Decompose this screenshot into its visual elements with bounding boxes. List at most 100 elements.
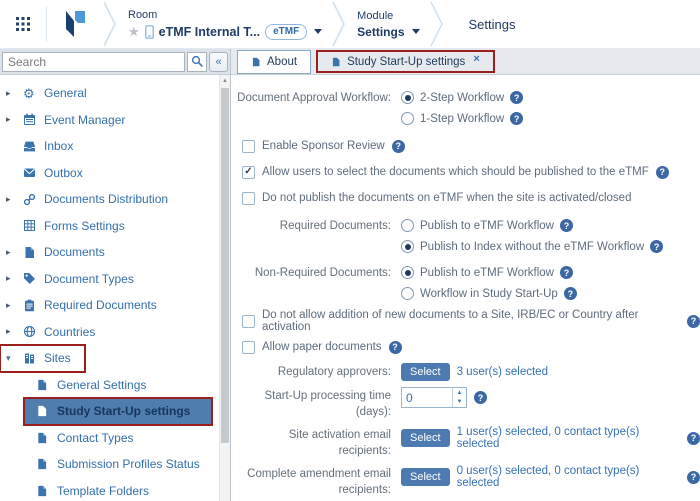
gear-icon: ⚙ xyxy=(23,87,44,100)
breadcrumb-chevron xyxy=(332,0,345,48)
sidebar-item-general[interactable]: ▸ ⚙ General xyxy=(0,80,230,107)
non-required-documents-label: Non-Required Documents: xyxy=(237,262,401,304)
expand-arrow-icon[interactable]: ▸ xyxy=(6,247,23,258)
site-activation-email-selected-count[interactable]: 1 user(s) selected, 0 contact type(s) se… xyxy=(457,426,680,450)
expand-arrow-icon[interactable]: ▸ xyxy=(6,326,23,337)
document-icon xyxy=(36,458,57,470)
checkbox-enable-sponsor-review[interactable] xyxy=(242,140,255,153)
sidebar-item-required-documents[interactable]: ▸ Required Documents xyxy=(0,292,230,319)
checkbox-label: Allow paper documents xyxy=(262,341,382,353)
sidebar-item-submission-profiles-status[interactable]: Submission Profiles Status xyxy=(24,451,230,478)
spinner-down-icon[interactable]: ▼ xyxy=(453,398,466,408)
allow-users-select-row: ✓ Allow users to select the documents wh… xyxy=(237,160,700,184)
checkbox-label: Do not allow addition of new documents t… xyxy=(262,309,680,333)
sidebar-item-inbox[interactable]: Inbox xyxy=(0,133,230,160)
option-label: Publish to eTMF Workflow xyxy=(420,220,554,232)
sidebar-item-outbox[interactable]: Outbox xyxy=(0,160,230,187)
tab-study-startup-settings[interactable]: Study Start-Up settings × xyxy=(316,50,495,73)
sidebar-item-document-types[interactable]: ▸ Document Types xyxy=(0,266,230,293)
collapse-chevrons-icon: « xyxy=(215,56,221,68)
number-spinner: ▲ ▼ xyxy=(452,388,466,407)
search-button[interactable] xyxy=(187,52,207,72)
help-icon[interactable]: ? xyxy=(560,219,573,232)
help-icon[interactable]: ? xyxy=(687,471,700,484)
help-icon[interactable]: ? xyxy=(564,287,577,300)
checkbox-allow-paper[interactable] xyxy=(242,341,255,354)
main-panel: About Study Start-Up settings × Document… xyxy=(231,49,700,501)
site-activation-email-select-button[interactable]: Select xyxy=(401,429,450,447)
expand-arrow-icon[interactable]: ▸ xyxy=(6,114,23,125)
radio-required-publish-etmf[interactable] xyxy=(401,219,414,232)
help-icon[interactable]: ? xyxy=(687,315,700,328)
mobile-icon xyxy=(145,25,154,39)
expand-arrow-icon[interactable]: ▸ xyxy=(6,273,23,284)
regulatory-approvers-select-button[interactable]: Select xyxy=(401,363,450,381)
do-not-publish-row: Do not publish the documents on eTMF whe… xyxy=(237,186,700,210)
search-input[interactable] xyxy=(2,52,185,72)
checkbox-label: Do not publish the documents on eTMF whe… xyxy=(262,192,631,204)
allow-paper-documents-row: Allow paper documents ? xyxy=(237,335,700,359)
sidebar-item-template-folders[interactable]: Template Folders xyxy=(24,478,230,501)
doc-approval-workflow-label: Document Approval Workflow: xyxy=(237,87,401,129)
complete-amendment-select-button[interactable]: Select xyxy=(401,468,450,486)
help-icon[interactable]: ? xyxy=(510,112,523,125)
site-activation-email-label: Site activation email recipients: xyxy=(237,424,401,459)
expand-arrow-icon[interactable]: ▸ xyxy=(6,300,23,311)
help-icon[interactable]: ? xyxy=(650,240,663,253)
startup-processing-time-label: Start-Up processing time (days): xyxy=(237,385,401,420)
radio-2step-workflow[interactable] xyxy=(401,91,414,104)
breadcrumb-room[interactable]: Room ★ eTMF Internal T... eTMF xyxy=(116,0,332,48)
scrollbar-thumb[interactable] xyxy=(221,88,229,443)
study-startup-settings-form: Document Approval Workflow: 2-Step Workf… xyxy=(231,75,700,501)
complete-amendment-selected-count[interactable]: 0 user(s) selected, 0 contact type(s) se… xyxy=(457,465,680,489)
sidebar-item-documents-distribution[interactable]: ▸ Documents Distribution xyxy=(0,186,230,213)
help-icon[interactable]: ? xyxy=(392,140,405,153)
radio-nonrequired-publish-etmf[interactable] xyxy=(401,266,414,279)
enable-sponsor-review-row: Enable Sponsor Review ? xyxy=(237,134,700,158)
checkbox-no-addition[interactable] xyxy=(242,315,255,328)
favorite-star-icon[interactable]: ★ xyxy=(128,25,140,38)
help-icon[interactable]: ? xyxy=(656,166,669,179)
sidebar-item-label: Documents xyxy=(44,245,105,259)
regulatory-approvers-selected-count[interactable]: 3 user(s) selected xyxy=(457,366,548,378)
sidebar-item-forms-settings[interactable]: Forms Settings xyxy=(0,213,230,240)
help-icon[interactable]: ? xyxy=(474,391,487,404)
sidebar-scrollbar[interactable]: ▲ xyxy=(219,75,230,501)
sidebar-nav: ▸ ⚙ General ▸ Event Manager Inbox xyxy=(0,75,230,501)
sidebar-item-general-settings[interactable]: General Settings xyxy=(24,372,230,399)
sidebar-item-countries[interactable]: ▸ Countries xyxy=(0,319,230,346)
sidebar-collapse-button[interactable]: « xyxy=(209,52,228,72)
calendar-icon xyxy=(23,113,44,126)
sidebar-item-contact-types[interactable]: Contact Types xyxy=(24,425,230,452)
breadcrumb-module[interactable]: Module Settings xyxy=(345,0,429,48)
radio-required-publish-index[interactable] xyxy=(401,240,414,253)
expand-arrow-icon[interactable]: ▸ xyxy=(6,194,23,205)
collapse-arrow-icon[interactable]: ▾ xyxy=(6,353,23,364)
document-icon xyxy=(331,56,341,68)
sidebar-item-sites[interactable]: ▾ Sites xyxy=(0,345,85,372)
scroll-up-arrow-icon[interactable]: ▲ xyxy=(220,75,230,87)
help-icon[interactable]: ? xyxy=(510,91,523,104)
expand-arrow-icon[interactable]: ▸ xyxy=(6,88,23,99)
radio-workflow-study-startup[interactable] xyxy=(401,287,414,300)
help-icon[interactable]: ? xyxy=(687,432,700,445)
spinner-up-icon[interactable]: ▲ xyxy=(453,388,466,398)
document-icon xyxy=(36,405,57,417)
search-icon xyxy=(191,55,204,68)
sidebar-item-event-manager[interactable]: ▸ Event Manager xyxy=(0,107,230,134)
sidebar-item-documents[interactable]: ▸ Documents xyxy=(0,239,230,266)
checkbox-allow-users-select[interactable]: ✓ xyxy=(242,166,255,179)
breadcrumb-chevron xyxy=(430,0,443,48)
close-icon[interactable]: × xyxy=(473,53,479,65)
sidebar-item-label: Countries xyxy=(44,325,95,339)
checkbox-do-not-publish[interactable] xyxy=(242,192,255,205)
help-icon[interactable]: ? xyxy=(560,266,573,279)
help-icon[interactable]: ? xyxy=(389,341,402,354)
sidebar-item-study-startup-settings[interactable]: Study Start-Up settings xyxy=(24,398,212,425)
radio-1step-workflow[interactable] xyxy=(401,112,414,125)
module-dropdown-caret-icon[interactable] xyxy=(412,29,420,34)
sidebar-item-label: Document Types xyxy=(44,272,134,286)
tab-about[interactable]: About xyxy=(237,50,311,74)
room-dropdown-caret-icon[interactable] xyxy=(314,29,322,34)
app-launcher-grid-icon[interactable] xyxy=(0,0,46,48)
